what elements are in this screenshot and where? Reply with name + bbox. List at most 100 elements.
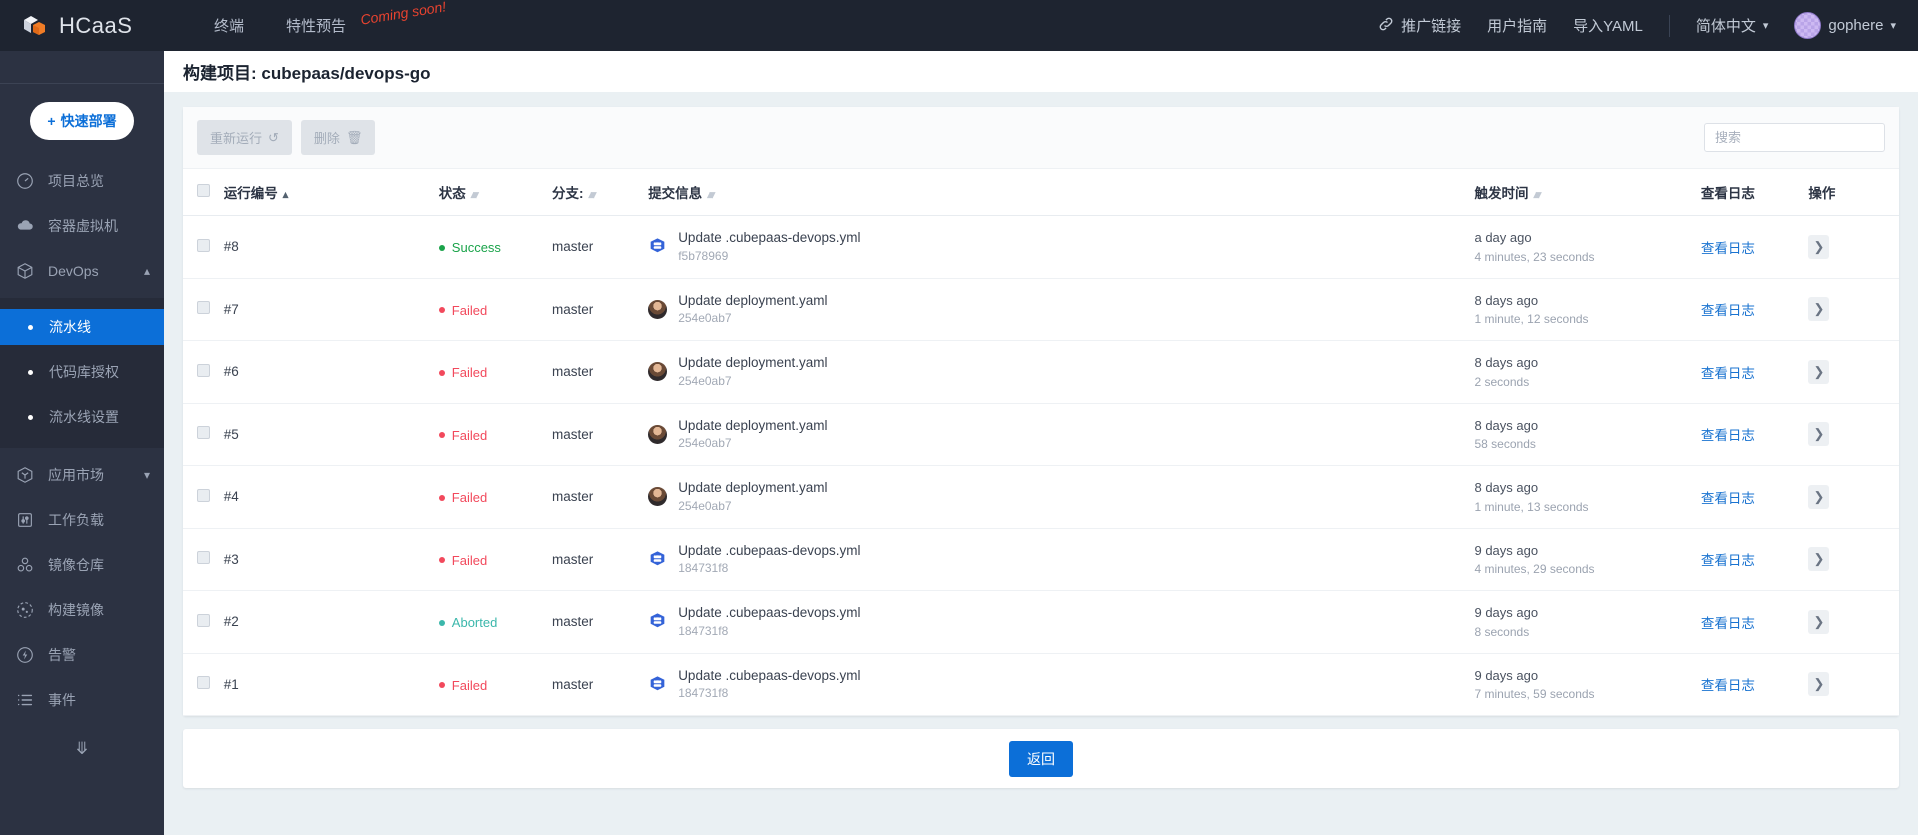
run-branch: master: [551, 465, 649, 529]
table-row[interactable]: #8 Success master Update .cubepaas-devops.y…: [183, 215, 1899, 279]
run-view-log-cell: 查看日志: [1700, 465, 1809, 529]
row-checkbox[interactable]: [197, 363, 210, 377]
run-view-log-cell: 查看日志: [1700, 340, 1809, 404]
footer-card: 返回: [183, 729, 1899, 788]
sidebar-item-label: 项目总览: [48, 173, 104, 189]
sidebar-item-workloads[interactable]: 工作负载: [0, 502, 164, 538]
view-log-link[interactable]: 查看日志: [1701, 241, 1755, 256]
table-row[interactable]: #7 Failed master Update deployment.yaml 254e…: [183, 278, 1899, 341]
sidebar: gopher + 快速部署 项目总览 容器虚拟机 DevOps ▴: [0, 0, 164, 835]
sort-icon: ▴▾: [707, 189, 715, 201]
sidebar-item-events[interactable]: 事件: [0, 682, 164, 718]
nav-feature-preview[interactable]: 特性预告: [286, 15, 346, 36]
run-time: 9 days ago 8 seconds: [1474, 590, 1701, 654]
delete-button[interactable]: 删除 🗑: [300, 120, 376, 155]
chevron-right-icon[interactable]: ❯: [1808, 547, 1830, 572]
chevron-right-icon[interactable]: ❯: [1808, 297, 1830, 322]
view-log-link[interactable]: 查看日志: [1701, 678, 1755, 693]
col-label: 查看日志: [1700, 186, 1755, 201]
chevron-right-icon[interactable]: ❯: [1808, 234, 1830, 259]
run-status: Failed: [438, 403, 552, 466]
table-row[interactable]: #6 Failed master Update deployment.yaml 254e…: [183, 340, 1899, 404]
sort-asc-icon: ▴: [282, 189, 288, 201]
run-time: 8 days ago 1 minute, 13 seconds: [1474, 465, 1701, 529]
view-log-link[interactable]: 查看日志: [1701, 428, 1755, 443]
run-commit: Update .cubepaas-devops.yml f5b78969: [648, 215, 1475, 279]
row-checkbox[interactable]: [197, 488, 210, 502]
chevron-right-icon[interactable]: ❯: [1808, 484, 1830, 509]
import-yaml-link[interactable]: 导入YAML: [1573, 15, 1643, 36]
rerun-button[interactable]: 重新运行 ↺: [197, 120, 292, 155]
chevron-right-icon[interactable]: ❯: [1808, 672, 1830, 697]
col-trigger-time[interactable]: 触发时间 ▴▾: [1474, 169, 1701, 216]
divider: [1668, 14, 1670, 37]
table-row[interactable]: #4 Failed master Update deployment.yaml 254e…: [183, 465, 1899, 529]
view-log-link[interactable]: 查看日志: [1701, 366, 1755, 381]
time-relative: 8 days ago: [1474, 480, 1539, 495]
run-actions-cell: ❯: [1808, 465, 1899, 529]
sidebar-item-alerts[interactable]: 告警: [0, 637, 164, 673]
run-time: a day ago 4 minutes, 23 seconds: [1474, 215, 1701, 279]
quick-deploy-wrap: + 快速部署: [0, 84, 164, 154]
table-row[interactable]: #2 Aborted master Update .cubepaas-devops.y…: [183, 590, 1899, 654]
row-checkbox[interactable]: [197, 426, 210, 440]
sidebar-item-overview[interactable]: 项目总览: [0, 163, 164, 199]
sidebar-item-image-registry[interactable]: 镜像仓库: [0, 547, 164, 583]
sidebar-item-label: 事件: [48, 692, 76, 708]
sidebar-item-container-vm[interactable]: 容器虚拟机: [0, 208, 164, 244]
run-view-log-cell: 查看日志: [1700, 653, 1809, 716]
sidebar-item-label: 容器虚拟机: [48, 218, 118, 234]
table-row[interactable]: #3 Failed master Update .cubepaas-devops.ym…: [183, 528, 1899, 591]
table-toolbar: 重新运行 ↺ 删除 🗑: [183, 107, 1899, 169]
view-log-link[interactable]: 查看日志: [1701, 553, 1755, 568]
sidebar-item-build-image[interactable]: 构建镜像: [0, 592, 164, 628]
select-all-checkbox[interactable]: [197, 184, 210, 197]
col-branch[interactable]: 分支: ▴▾: [551, 169, 649, 216]
time-relative: 9 days ago: [1474, 605, 1539, 620]
commit-sha: 254e0ab7: [678, 498, 732, 513]
user-menu[interactable]: gophere ▾: [1794, 12, 1896, 39]
run-status: Success: [438, 215, 552, 279]
col-run-number[interactable]: 运行编号 ▴: [223, 169, 439, 216]
quick-deploy-button[interactable]: + 快速部署: [30, 102, 134, 140]
view-log-link[interactable]: 查看日志: [1701, 303, 1755, 318]
time-duration: 2 seconds: [1474, 374, 1530, 389]
run-commit: Update deployment.yaml 254e0ab7: [648, 465, 1475, 529]
row-checkbox[interactable]: [197, 551, 210, 565]
nav-links: 终端 特性预告 Coming soon!: [214, 0, 447, 36]
col-status[interactable]: 状态 ▴▾: [438, 169, 552, 216]
chevron-right-icon[interactable]: ❯: [1808, 609, 1830, 634]
sidebar-item-app-market[interactable]: 应用市场 ▾: [0, 457, 164, 493]
page-title-prefix: 构建项目:: [183, 64, 257, 83]
col-label: 状态: [438, 186, 466, 201]
table-row[interactable]: #5 Failed master Update deployment.yaml 254e…: [183, 403, 1899, 466]
view-log-link[interactable]: 查看日志: [1701, 491, 1755, 506]
search-input[interactable]: [1704, 123, 1885, 152]
row-checkbox[interactable]: [197, 301, 210, 315]
sidebar-item-repo-auth[interactable]: 代码库授权: [0, 354, 164, 390]
view-log-link[interactable]: 查看日志: [1701, 616, 1755, 631]
run-number: #1: [223, 653, 439, 716]
run-actions-cell: ❯: [1808, 590, 1899, 654]
sidebar-item-devops[interactable]: DevOps ▴: [0, 253, 164, 289]
table-row[interactable]: #1 Failed master Update .cubepaas-devops.ym…: [183, 653, 1899, 716]
brand[interactable]: HCaaS: [0, 13, 200, 39]
user-guide-link[interactable]: 用户指南: [1487, 15, 1547, 36]
col-commit[interactable]: 提交信息 ▴▾: [648, 169, 1475, 216]
chevron-right-icon[interactable]: ❯: [1808, 359, 1830, 384]
row-checkbox[interactable]: [197, 676, 210, 690]
run-actions-cell: ❯: [1808, 653, 1899, 716]
time-duration: 7 minutes, 59 seconds: [1474, 687, 1595, 701]
sidebar-item-label: 告警: [48, 647, 76, 663]
promo-link[interactable]: 推广链接: [1378, 15, 1461, 36]
row-checkbox[interactable]: [197, 238, 210, 252]
rerun-label: 重新运行: [210, 131, 263, 146]
chevron-right-icon[interactable]: ❯: [1808, 422, 1830, 447]
back-button[interactable]: 返回: [1009, 740, 1073, 777]
sidebar-item-pipeline[interactable]: 流水线: [0, 309, 164, 345]
language-selector[interactable]: 简体中文 ▾: [1696, 15, 1769, 36]
nav-terminal[interactable]: 终端: [214, 15, 244, 36]
row-checkbox[interactable]: [197, 613, 210, 627]
sidebar-item-pipeline-settings[interactable]: 流水线设置: [0, 399, 164, 435]
sidebar-collapse-toggle[interactable]: ⤋: [0, 727, 164, 771]
